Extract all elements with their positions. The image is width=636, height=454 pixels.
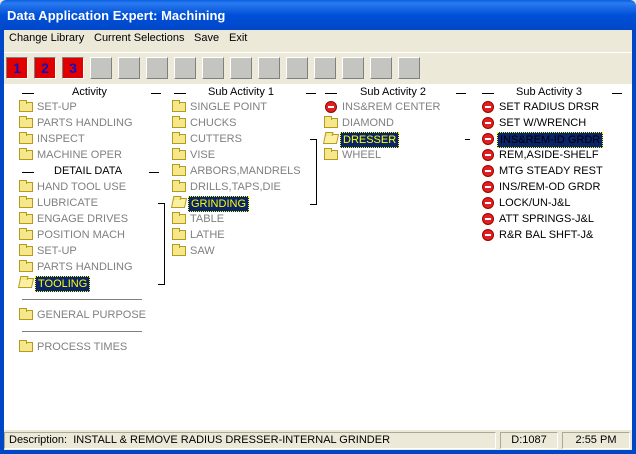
folder-icon bbox=[172, 228, 186, 240]
stop-icon bbox=[482, 229, 494, 241]
detail-data-header: DETAIL DATA bbox=[54, 165, 123, 177]
toolbar-blank-button[interactable] bbox=[342, 57, 364, 79]
folder-icon bbox=[19, 180, 33, 192]
toolbar-blank-button[interactable] bbox=[174, 57, 196, 79]
open-folder-icon bbox=[322, 134, 340, 144]
stop-icon bbox=[482, 213, 494, 225]
stop-icon bbox=[325, 101, 337, 113]
stop-icon bbox=[482, 165, 494, 177]
folder-icon bbox=[172, 180, 186, 192]
stop-icon bbox=[482, 149, 494, 161]
toolbar-blank-button[interactable] bbox=[230, 57, 252, 79]
folder-icon bbox=[19, 132, 33, 144]
folder-icon bbox=[324, 148, 338, 160]
stop-icon bbox=[482, 133, 494, 145]
folder-icon bbox=[172, 164, 186, 176]
tree-connector bbox=[158, 203, 165, 285]
folder-icon bbox=[172, 244, 186, 256]
stop-icon bbox=[482, 181, 494, 193]
selection-area: Activity Sub Activity 1 Sub Activity 2 S… bbox=[4, 84, 632, 430]
header-dash bbox=[456, 93, 466, 94]
menu-bar: Change Library Current Selections Save E… bbox=[4, 30, 632, 48]
folder-icon bbox=[172, 100, 186, 112]
toolbar-blank-button[interactable] bbox=[286, 57, 308, 79]
toolbar-blank-button[interactable] bbox=[146, 57, 168, 79]
activity-header: Activity bbox=[72, 86, 107, 98]
step-1-button[interactable]: 1 bbox=[6, 57, 28, 79]
header-dash bbox=[149, 172, 159, 173]
folder-icon bbox=[19, 148, 33, 160]
stop-icon bbox=[482, 117, 494, 129]
menu-change-library[interactable]: Change Library bbox=[9, 32, 84, 44]
status-bar: Description: INSTALL & REMOVE RADIUS DRE… bbox=[4, 430, 632, 450]
folder-icon bbox=[172, 116, 186, 128]
title-bar: Data Application Expert: Machining bbox=[0, 0, 636, 30]
tree-connector bbox=[310, 139, 317, 205]
folder-icon bbox=[19, 340, 33, 352]
header-dash bbox=[325, 93, 337, 94]
description-text: INSTALL & REMOVE RADIUS DRESSER-INTERNAL… bbox=[73, 434, 391, 446]
sub-activity-2-header: Sub Activity 2 bbox=[360, 86, 427, 98]
folder-icon bbox=[19, 228, 33, 240]
toolbar-blank-button[interactable] bbox=[90, 57, 112, 79]
menu-current-selections[interactable]: Current Selections bbox=[94, 32, 185, 44]
clock: 2:55 PM bbox=[562, 432, 630, 449]
stop-icon bbox=[482, 197, 494, 209]
step-3-button[interactable]: 3 bbox=[62, 57, 84, 79]
toolbar-blank-button[interactable] bbox=[258, 57, 280, 79]
menu-exit[interactable]: Exit bbox=[229, 32, 247, 44]
open-folder-icon bbox=[170, 198, 188, 208]
toolbar-blank-button[interactable] bbox=[118, 57, 140, 79]
window-frame-bottom bbox=[0, 450, 636, 454]
window-frame-right bbox=[632, 30, 636, 454]
folder-icon bbox=[172, 212, 186, 224]
folder-icon bbox=[19, 308, 33, 320]
toolbar-blank-button[interactable] bbox=[398, 57, 420, 79]
divider bbox=[22, 331, 142, 332]
header-dash bbox=[306, 93, 316, 94]
folder-icon bbox=[19, 212, 33, 224]
header-dash bbox=[22, 172, 34, 173]
folder-icon bbox=[324, 116, 338, 128]
folder-icon bbox=[172, 132, 186, 144]
header-dash bbox=[482, 93, 494, 94]
folder-icon bbox=[19, 196, 33, 208]
toolbar: 1 2 3 bbox=[4, 52, 632, 86]
folder-icon bbox=[19, 116, 33, 128]
header-dash bbox=[174, 93, 186, 94]
folder-icon bbox=[19, 244, 33, 256]
header-dash bbox=[612, 93, 622, 94]
description-label: Description: bbox=[9, 434, 68, 446]
sub-activity-1-header: Sub Activity 1 bbox=[208, 86, 275, 98]
toolbar-blank-button[interactable] bbox=[202, 57, 224, 79]
divider bbox=[22, 299, 142, 300]
header-dash bbox=[22, 93, 34, 94]
window-title: Data Application Expert: Machining bbox=[7, 8, 226, 23]
tree-connector bbox=[465, 139, 470, 140]
step-2-button[interactable]: 2 bbox=[34, 57, 56, 79]
stop-icon bbox=[482, 101, 494, 113]
toolbar-blank-button[interactable] bbox=[314, 57, 336, 79]
open-folder-icon bbox=[17, 278, 35, 288]
folder-icon bbox=[172, 148, 186, 160]
sub-activity-3-header: Sub Activity 3 bbox=[516, 86, 583, 98]
folder-icon bbox=[19, 100, 33, 112]
header-dash bbox=[151, 93, 161, 94]
toolbar-blank-button[interactable] bbox=[370, 57, 392, 79]
folder-icon bbox=[19, 260, 33, 272]
description-panel: Description: INSTALL & REMOVE RADIUS DRE… bbox=[4, 432, 496, 449]
record-code: D:1087 bbox=[500, 432, 558, 449]
menu-save[interactable]: Save bbox=[194, 32, 219, 44]
